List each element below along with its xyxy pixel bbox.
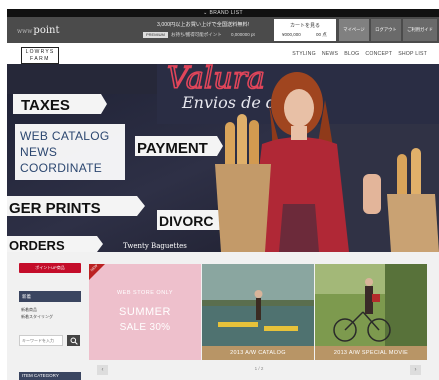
search-button[interactable] (67, 335, 80, 346)
sidebar-new-heading: 新着 (19, 291, 81, 302)
hero-caption: Twenty Baguettes (123, 242, 187, 250)
sign-taxes: TAXES (21, 97, 70, 114)
brand-header: LOWRYS FARM STYLING NEWS BLOG CONCEPT SH… (7, 43, 439, 64)
sale-percent-text: SALE 30% (119, 322, 171, 333)
brand-list-label: BRAND LIST (209, 10, 243, 16)
neon-sign: Valura (167, 64, 265, 96)
member-points-label: お持ち/獲得可能ポイント (171, 32, 222, 37)
search-input[interactable] (19, 335, 63, 346)
sign-prints: GER PRINTS (9, 200, 101, 217)
sidebar-link-new-items[interactable]: 新着商品 (19, 306, 89, 313)
cart-label: カートを見る (290, 23, 321, 29)
logout-button[interactable]: ログアウト (371, 19, 401, 41)
member-rank-badge: PREMIUM (143, 32, 168, 38)
brand-nav: STYLING NEWS BLOG CONCEPT SHOP LIST (292, 51, 427, 57)
site-logo-prefix: www (17, 28, 33, 35)
hero-link-news[interactable]: NEWS (20, 144, 120, 160)
item-category-heading: ITEM CATEGORY (19, 372, 81, 380)
cart-count: 00 点 (316, 32, 327, 37)
search-row (19, 335, 89, 346)
tile-special-movie[interactable]: 2013 A/W SPECIAL MOVIE (315, 264, 427, 360)
hero-link-coordinate[interactable]: COORDINATE (20, 160, 120, 176)
nav-shop-list[interactable]: SHOP LIST (398, 51, 427, 57)
tile-pager: ‹ 1 / 2 › (89, 364, 429, 376)
hero-menu: WEB CATALOG NEWS COORDINATE (15, 124, 125, 180)
sign-payment: PAYMENT (137, 140, 208, 157)
logo-line-1: LOWRYS (25, 49, 55, 55)
member-points: お持ち/獲得可能ポイント 0,000000 pt (171, 32, 255, 38)
sidebar: ポイントUP商品 新着 新着商品 新着スタイリング (19, 263, 89, 346)
site-logo-text: point (33, 25, 60, 36)
nav-news[interactable]: NEWS (322, 51, 338, 57)
feature-tiles: NEW WEB STORE ONLY SUMMER SALE 30% 2013 … (89, 264, 429, 360)
sign-divorce: DIVORC (159, 213, 213, 229)
nav-concept[interactable]: CONCEPT (365, 51, 392, 57)
point-up-button[interactable]: ポイントUP商品 (19, 263, 81, 273)
member-points-value: 0,000000 pt (231, 32, 255, 37)
summer-text: SUMMER (119, 306, 171, 318)
web-store-only-text: WEB STORE ONLY (116, 290, 173, 296)
lowrys-farm-logo[interactable]: LOWRYS FARM (21, 47, 59, 64)
site-logo[interactable]: wwwpoint (17, 25, 60, 36)
logo-line-2: FARM (30, 56, 50, 62)
pager-count: 1 / 2 (254, 366, 264, 371)
brand-list-bar[interactable]: ⌄ BRAND LIST (7, 9, 439, 17)
tile-catalog[interactable]: 2013 A/W CATALOG (202, 264, 314, 360)
mypage-button[interactable]: マイページ (339, 19, 369, 41)
catalog-caption: 2013 A/W CATALOG (202, 346, 314, 360)
script-sign: Envios de di (181, 93, 281, 112)
nav-styling[interactable]: STYLING (292, 51, 316, 57)
movie-caption: 2013 A/W SPECIAL MOVIE (315, 346, 427, 360)
content-area: ポイントUP商品 新着 新着商品 新着スタイリング ITEM CATEGORY … (7, 252, 439, 380)
free-shipping-promo: 3,000円以上お買い上げで全国送料無料! (157, 22, 250, 28)
cart-button[interactable]: カートを見る ¥000,000 00 点 (274, 19, 336, 41)
search-icon (70, 337, 78, 345)
pager-next-button[interactable]: › (410, 365, 421, 375)
tile-summer-sale[interactable]: NEW WEB STORE ONLY SUMMER SALE 30% (89, 264, 201, 360)
hero-link-web-catalog[interactable]: WEB CATALOG (20, 128, 120, 144)
sign-orders: ORDERS (9, 238, 65, 252)
top-header: wwwpoint 3,000円以上お買い上げで全国送料無料! PREMIUM お… (7, 17, 439, 43)
cart-total: ¥000,000 (282, 32, 301, 37)
nav-blog[interactable]: BLOG (344, 51, 359, 57)
hero-banner[interactable]: Valura Envios de di TAXES PAYMENT GER PR… (7, 64, 439, 252)
guide-button[interactable]: ご利用ガイド (403, 19, 437, 41)
sidebar-link-new-styling[interactable]: 新着スタイリング (19, 313, 89, 320)
sidebar-links: 新着商品 新着スタイリング (19, 306, 89, 320)
